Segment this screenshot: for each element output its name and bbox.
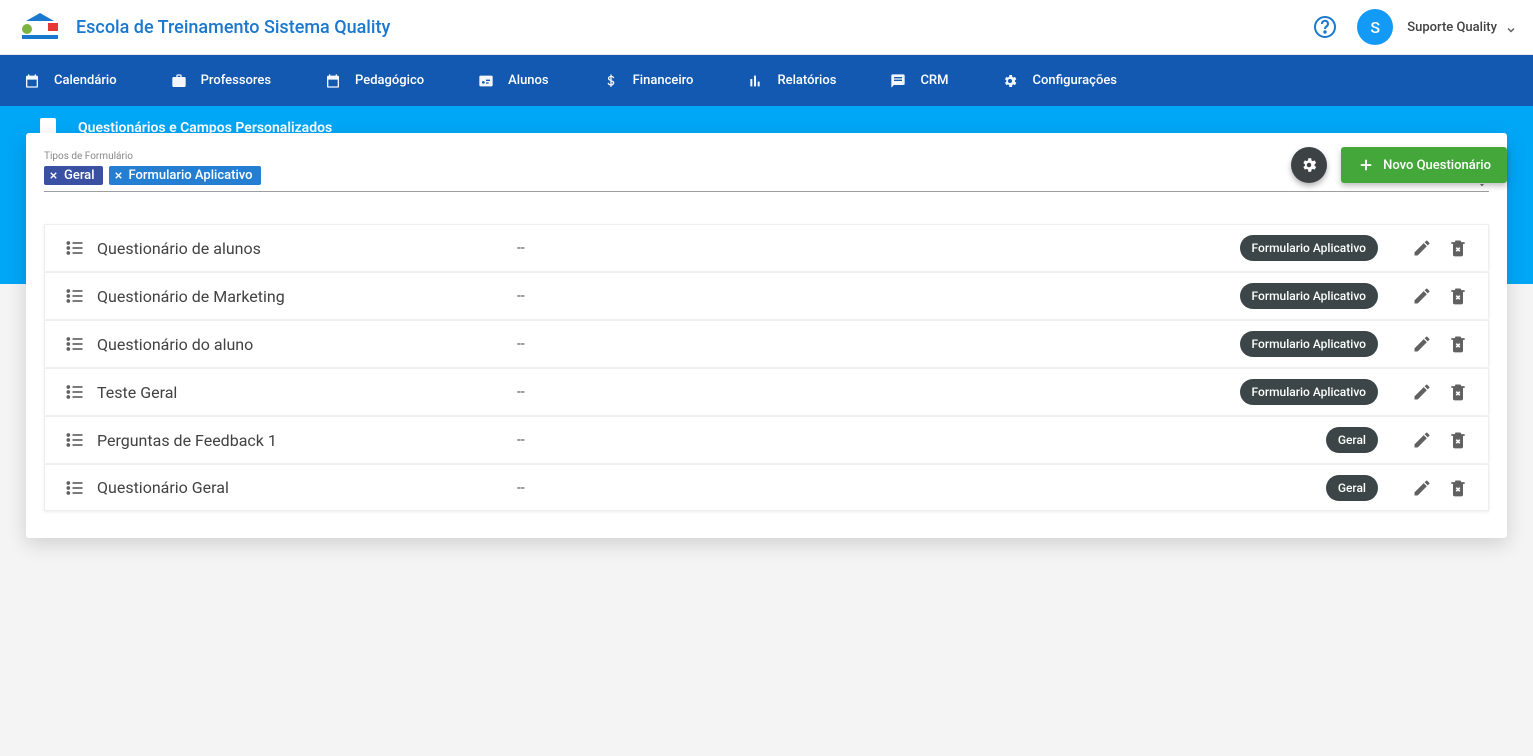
main-nav: Calendário Professores Pedagógico Alunos…	[0, 55, 1533, 106]
user-name[interactable]: Suporte Quality	[1407, 20, 1497, 35]
table-row: Questionário de Marketing--Formulario Ap…	[44, 272, 1489, 319]
nav-label: Pedagógico	[355, 73, 424, 88]
type-badge: Formulario Aplicativo	[1240, 283, 1378, 309]
delete-button[interactable]	[1448, 334, 1468, 354]
type-badge: Formulario Aplicativo	[1240, 235, 1378, 261]
action-row: Novo Questionário	[26, 149, 1507, 189]
calendar-icon	[24, 73, 40, 89]
nav-label: Financeiro	[633, 73, 694, 88]
row-title: Perguntas de Feedback 1	[97, 431, 517, 450]
row-mid: --	[517, 432, 1326, 448]
list-icon[interactable]	[65, 430, 85, 450]
gear-icon	[1002, 73, 1018, 89]
row-mid: --	[517, 480, 1326, 496]
nav-pedagogico[interactable]: Pedagógico	[325, 73, 424, 89]
delete-button[interactable]	[1448, 238, 1468, 258]
list-icon[interactable]	[65, 478, 85, 498]
table-row: Questionário de alunos--Formulario Aplic…	[44, 224, 1489, 271]
delete-button[interactable]	[1448, 430, 1468, 450]
settings-button[interactable]	[1291, 147, 1327, 183]
type-badge: Formulario Aplicativo	[1240, 379, 1378, 405]
nav-label: Configurações	[1032, 73, 1117, 88]
help-icon[interactable]	[1313, 15, 1337, 39]
edit-button[interactable]	[1412, 430, 1432, 450]
table-row: Questionário do aluno--Formulario Aplica…	[44, 320, 1489, 367]
delete-button[interactable]	[1448, 286, 1468, 306]
chevron-down-icon[interactable]	[1505, 21, 1517, 33]
nav-label: Alunos	[508, 73, 548, 88]
table-row: Teste Geral--Formulario Aplicativo	[44, 368, 1489, 415]
nav-professores[interactable]: Professores	[171, 73, 271, 89]
plus-icon	[1357, 156, 1375, 174]
nav-crm[interactable]: CRM	[890, 73, 948, 89]
edit-button[interactable]	[1412, 238, 1432, 258]
nav-financeiro[interactable]: Financeiro	[603, 73, 694, 89]
row-title: Questionário de Marketing	[97, 287, 517, 306]
list-icon[interactable]	[65, 334, 85, 354]
school-title: Escola de Treinamento Sistema Quality	[76, 17, 390, 38]
briefcase-icon	[171, 73, 187, 89]
edit-button[interactable]	[1412, 334, 1432, 354]
delete-button[interactable]	[1448, 478, 1468, 498]
nav-alunos[interactable]: Alunos	[478, 73, 548, 89]
nav-label: Calendário	[54, 73, 117, 88]
new-questionnaire-button[interactable]: Novo Questionário	[1341, 147, 1507, 183]
id-card-icon	[478, 73, 494, 89]
calendar-icon	[325, 73, 341, 89]
row-mid: --	[517, 288, 1240, 304]
nav-relatorios[interactable]: Relatórios	[747, 73, 836, 89]
row-mid: --	[517, 240, 1240, 256]
dollar-icon	[603, 73, 619, 89]
list-icon[interactable]	[65, 286, 85, 306]
type-badge: Formulario Aplicativo	[1240, 331, 1378, 357]
nav-label: Relatórios	[777, 73, 836, 88]
avatar[interactable]: S	[1357, 9, 1393, 45]
nav-label: CRM	[920, 73, 948, 88]
nav-label: Professores	[201, 73, 271, 88]
chart-icon	[747, 73, 763, 89]
type-badge: Geral	[1326, 475, 1378, 501]
edit-button[interactable]	[1412, 286, 1432, 306]
row-title: Teste Geral	[97, 383, 517, 402]
nav-calendario[interactable]: Calendário	[24, 73, 117, 89]
row-title: Questionário do aluno	[97, 335, 517, 354]
new-questionnaire-label: Novo Questionário	[1383, 158, 1491, 173]
row-mid: --	[517, 336, 1240, 352]
row-title: Questionário Geral	[97, 478, 517, 497]
content-card: Tipos de Formulário Geral Formulario Apl…	[26, 133, 1507, 538]
list-icon[interactable]	[65, 382, 85, 402]
table-row: Perguntas de Feedback 1--Geral	[44, 416, 1489, 463]
list-icon[interactable]	[65, 238, 85, 258]
row-mid: --	[517, 384, 1240, 400]
app-logo	[16, 9, 64, 45]
edit-button[interactable]	[1412, 382, 1432, 402]
row-title: Questionário de alunos	[97, 239, 517, 258]
app-header: Escola de Treinamento Sistema Quality S …	[0, 0, 1533, 55]
type-badge: Geral	[1326, 427, 1378, 453]
delete-button[interactable]	[1448, 382, 1468, 402]
nav-configuracoes[interactable]: Configurações	[1002, 73, 1117, 89]
edit-button[interactable]	[1412, 478, 1432, 498]
message-icon	[890, 73, 906, 89]
table-row: Questionário Geral--Geral	[44, 464, 1489, 511]
